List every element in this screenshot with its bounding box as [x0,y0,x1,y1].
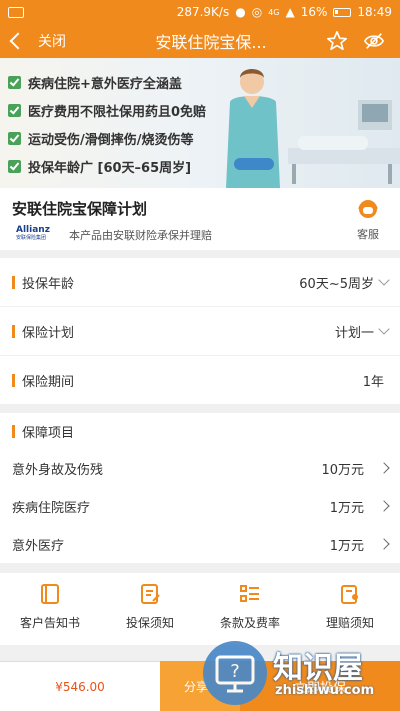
product-card: 安联住院宝保障计划 Allianz 安联保险集团 本产品由安联财险承保并理赔 客… [0,188,400,250]
eye-off-icon[interactable] [362,30,386,52]
product-banner: 疾病住院+意外医疗全涵盖 医疗费用不限社保用药且0免赔 运动受伤/滑倒摔伤/烧烫… [0,58,400,188]
back-chevron-icon [9,32,27,50]
section-bar [12,275,15,289]
page-title: 安联住院宝保... [155,33,267,52]
check-icon [8,103,21,117]
chevron-right-icon [378,538,390,550]
check-icon [8,131,21,145]
age-value: 60天~5周岁 [299,276,374,292]
coverage-name: 疾病住院医疗 [12,500,91,516]
allianz-logo: Allianz 安联保险集团 [16,225,50,241]
watermark-logo-circle: ? [203,641,267,705]
customer-notice-link[interactable]: 客户告知书 [0,573,100,645]
underwriter-text: 本产品由安联财险承保并理赔 [69,229,212,242]
clock: 18:49 [357,5,392,19]
document-links: 客户告知书 投保须知 条款及费率 理赔须知 [0,573,400,645]
headset-icon [358,200,378,218]
period-row: 保险期间 1年 [0,356,400,404]
close-label: 关闭 [38,34,66,50]
banner-item: 投保年龄广 [60天–65周岁] [8,152,206,180]
chevron-down-icon [378,274,390,286]
plan-label: 保险计划 [22,325,75,341]
coverage-name: 意外医疗 [12,538,65,554]
nav-bar: 关闭 安联住院宝保... [0,24,400,58]
chevron-right-icon [378,500,390,512]
status-bar: 287.9K/s ● ◎ 4G ▲ 16% 18:49 [0,0,400,24]
svg-text:?: ? [230,661,240,682]
signal-icon: ▲ [285,5,295,19]
monitor-question-icon: ? [215,655,255,693]
section-bar [12,324,15,338]
star-icon[interactable] [326,30,348,52]
coverage-name: 意外身故及伤残 [12,462,104,478]
section-bar [12,373,15,387]
nurse-image [226,69,280,188]
plan-value: 计划一 [334,325,374,341]
list-icon [240,585,259,602]
age-label: 投保年龄 [22,276,75,292]
coverage-item[interactable]: 意外医疗 1万元 [0,525,400,563]
plan-row[interactable]: 保险计划 计划一 [0,307,400,355]
banner-item: 医疗费用不限社保用药且0免赔 [8,96,206,124]
hospital-bed-image [288,100,400,184]
check-icon [8,159,21,173]
book-icon [41,584,59,604]
zhishiwu-watermark: ? 知识屋 zhishiwu.com [203,641,393,707]
image-notification-icon [8,6,24,18]
period-label: 保险期间 [22,374,75,390]
coverage-item[interactable]: 疾病住院医疗 1万元 [0,487,400,525]
network-speed: 287.9K/s [176,5,230,19]
coverage-amount: 1万元 [329,500,364,516]
insurance-notice-link[interactable]: 投保须知 [100,573,200,645]
claim-notice-link[interactable]: 理赔须知 [300,573,400,645]
banner-item: 运动受伤/滑倒摔伤/烧烫伤等 [8,124,206,152]
coverage-amount: 10万元 [321,462,364,478]
location-icon: ● [235,5,246,19]
customer-service-button[interactable]: 客服 [348,198,388,242]
chevron-right-icon [378,462,390,474]
price-display: ¥546.00 [0,661,160,711]
claim-user-icon [341,585,358,604]
age-row[interactable]: 投保年龄 60天~5周岁 [0,258,400,306]
battery-percent: 16% [300,5,328,19]
chevron-down-icon [378,323,390,335]
terms-rates-link[interactable]: 条款及费率 [200,573,300,645]
plan-title: 安联住院宝保障计划 [12,200,148,218]
battery-icon [333,7,352,17]
alarm-icon: ◎ [251,5,263,19]
period-value: 1年 [362,374,384,390]
notice-edit-icon [141,584,160,604]
close-button[interactable]: 关闭 [0,31,110,51]
check-icon [8,75,21,89]
coverage-amount: 1万元 [329,538,364,554]
coverage-heading: 保障项目 [0,413,400,449]
banner-item: 疾病住院+意外医疗全涵盖 [8,68,206,96]
section-bar [12,424,15,438]
banner-highlights: 疾病住院+意外医疗全涵盖 医疗费用不限社保用药且0免赔 运动受伤/滑倒摔伤/烧烫… [8,68,206,180]
coverage-item[interactable]: 意外身故及伤残 10万元 [0,449,400,487]
network-type: 4G [268,7,280,17]
